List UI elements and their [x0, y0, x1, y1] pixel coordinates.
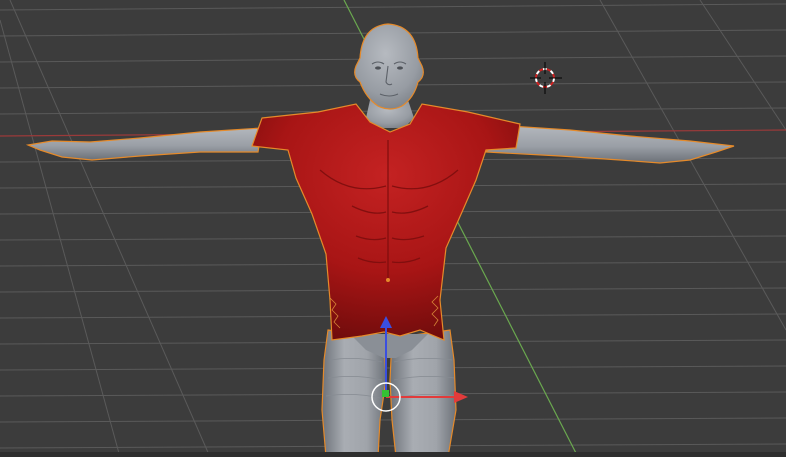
red-shirt[interactable]: [251, 103, 521, 341]
left-arm[interactable]: [25, 127, 263, 161]
left-eye: [375, 66, 381, 70]
3d-cursor[interactable]: [530, 62, 562, 94]
viewport-bottom-edge: [0, 452, 786, 457]
viewport-scene[interactable]: [0, 0, 786, 457]
navel: [386, 278, 390, 282]
right-eye: [397, 66, 403, 70]
y-axis-handle[interactable]: [382, 390, 389, 397]
character-model[interactable]: [25, 23, 735, 457]
x-arrow-head[interactable]: [454, 391, 468, 403]
3d-viewport[interactable]: [0, 0, 786, 457]
